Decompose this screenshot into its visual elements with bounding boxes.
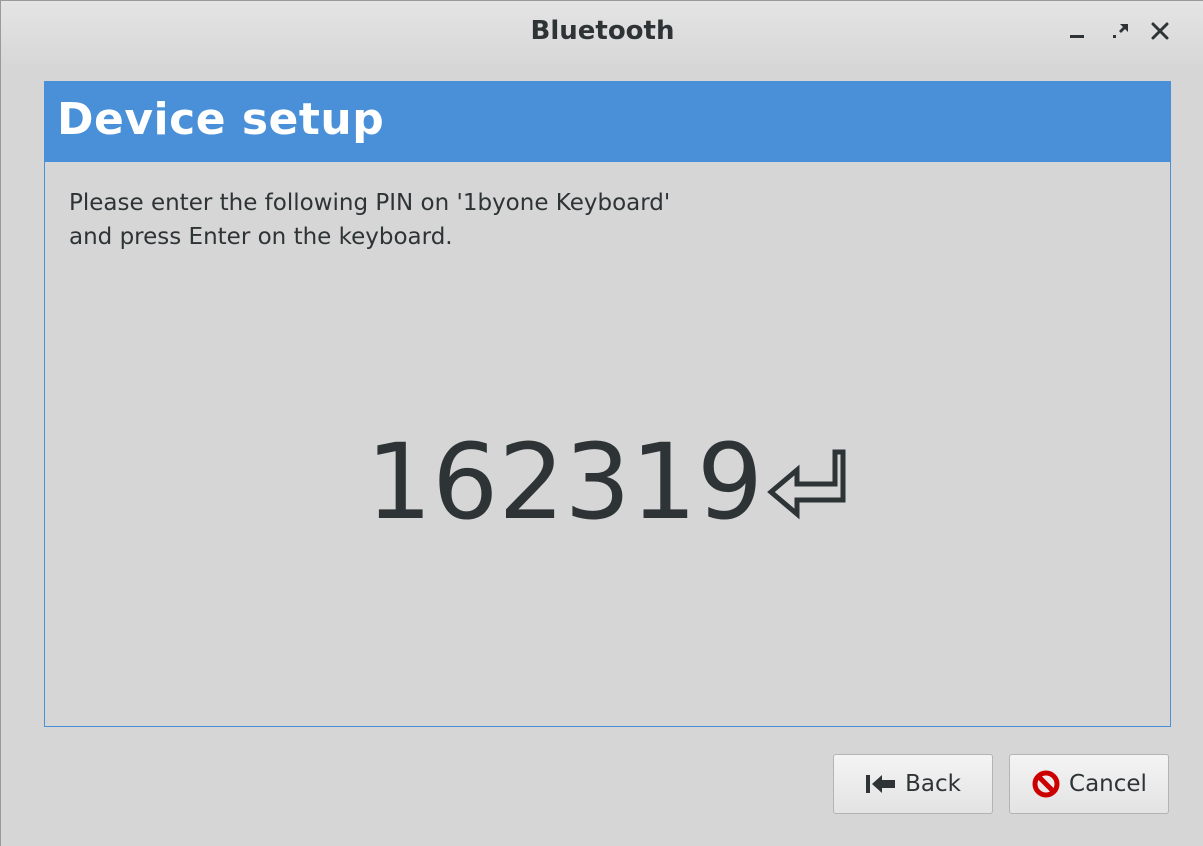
close-button[interactable] — [1144, 15, 1176, 47]
back-button[interactable]: Back — [833, 754, 993, 814]
enter-key-icon — [765, 444, 849, 524]
page-title: Device setup — [57, 94, 385, 145]
minimize-button[interactable] — [1062, 15, 1094, 47]
minimize-icon — [1070, 35, 1084, 38]
device-setup-panel: Device setup Please enter the following … — [44, 81, 1171, 727]
instruction-line-2: and press Enter on the keyboard. — [69, 224, 453, 250]
window-title: Bluetooth — [530, 16, 675, 46]
instruction-line-1: Please enter the following PIN on '1byon… — [69, 190, 671, 216]
cancel-label: Cancel — [1069, 771, 1147, 797]
cancel-button[interactable]: Cancel — [1009, 754, 1169, 814]
close-icon — [1151, 22, 1169, 40]
instructions-text: Please enter the following PIN on '1byon… — [69, 186, 670, 254]
pin-display: 162319 — [45, 422, 1170, 542]
bluetooth-window: Bluetooth Device setup Please enter the … — [0, 0, 1203, 846]
titlebar[interactable]: Bluetooth — [1, 1, 1203, 63]
panel-header: Device setup — [45, 82, 1170, 162]
back-arrow-icon — [865, 773, 897, 795]
back-label: Back — [905, 771, 961, 797]
maximize-icon — [1113, 24, 1128, 38]
maximize-button[interactable] — [1105, 15, 1137, 47]
cancel-icon — [1031, 769, 1061, 799]
pin-code: 162319 — [365, 421, 763, 543]
